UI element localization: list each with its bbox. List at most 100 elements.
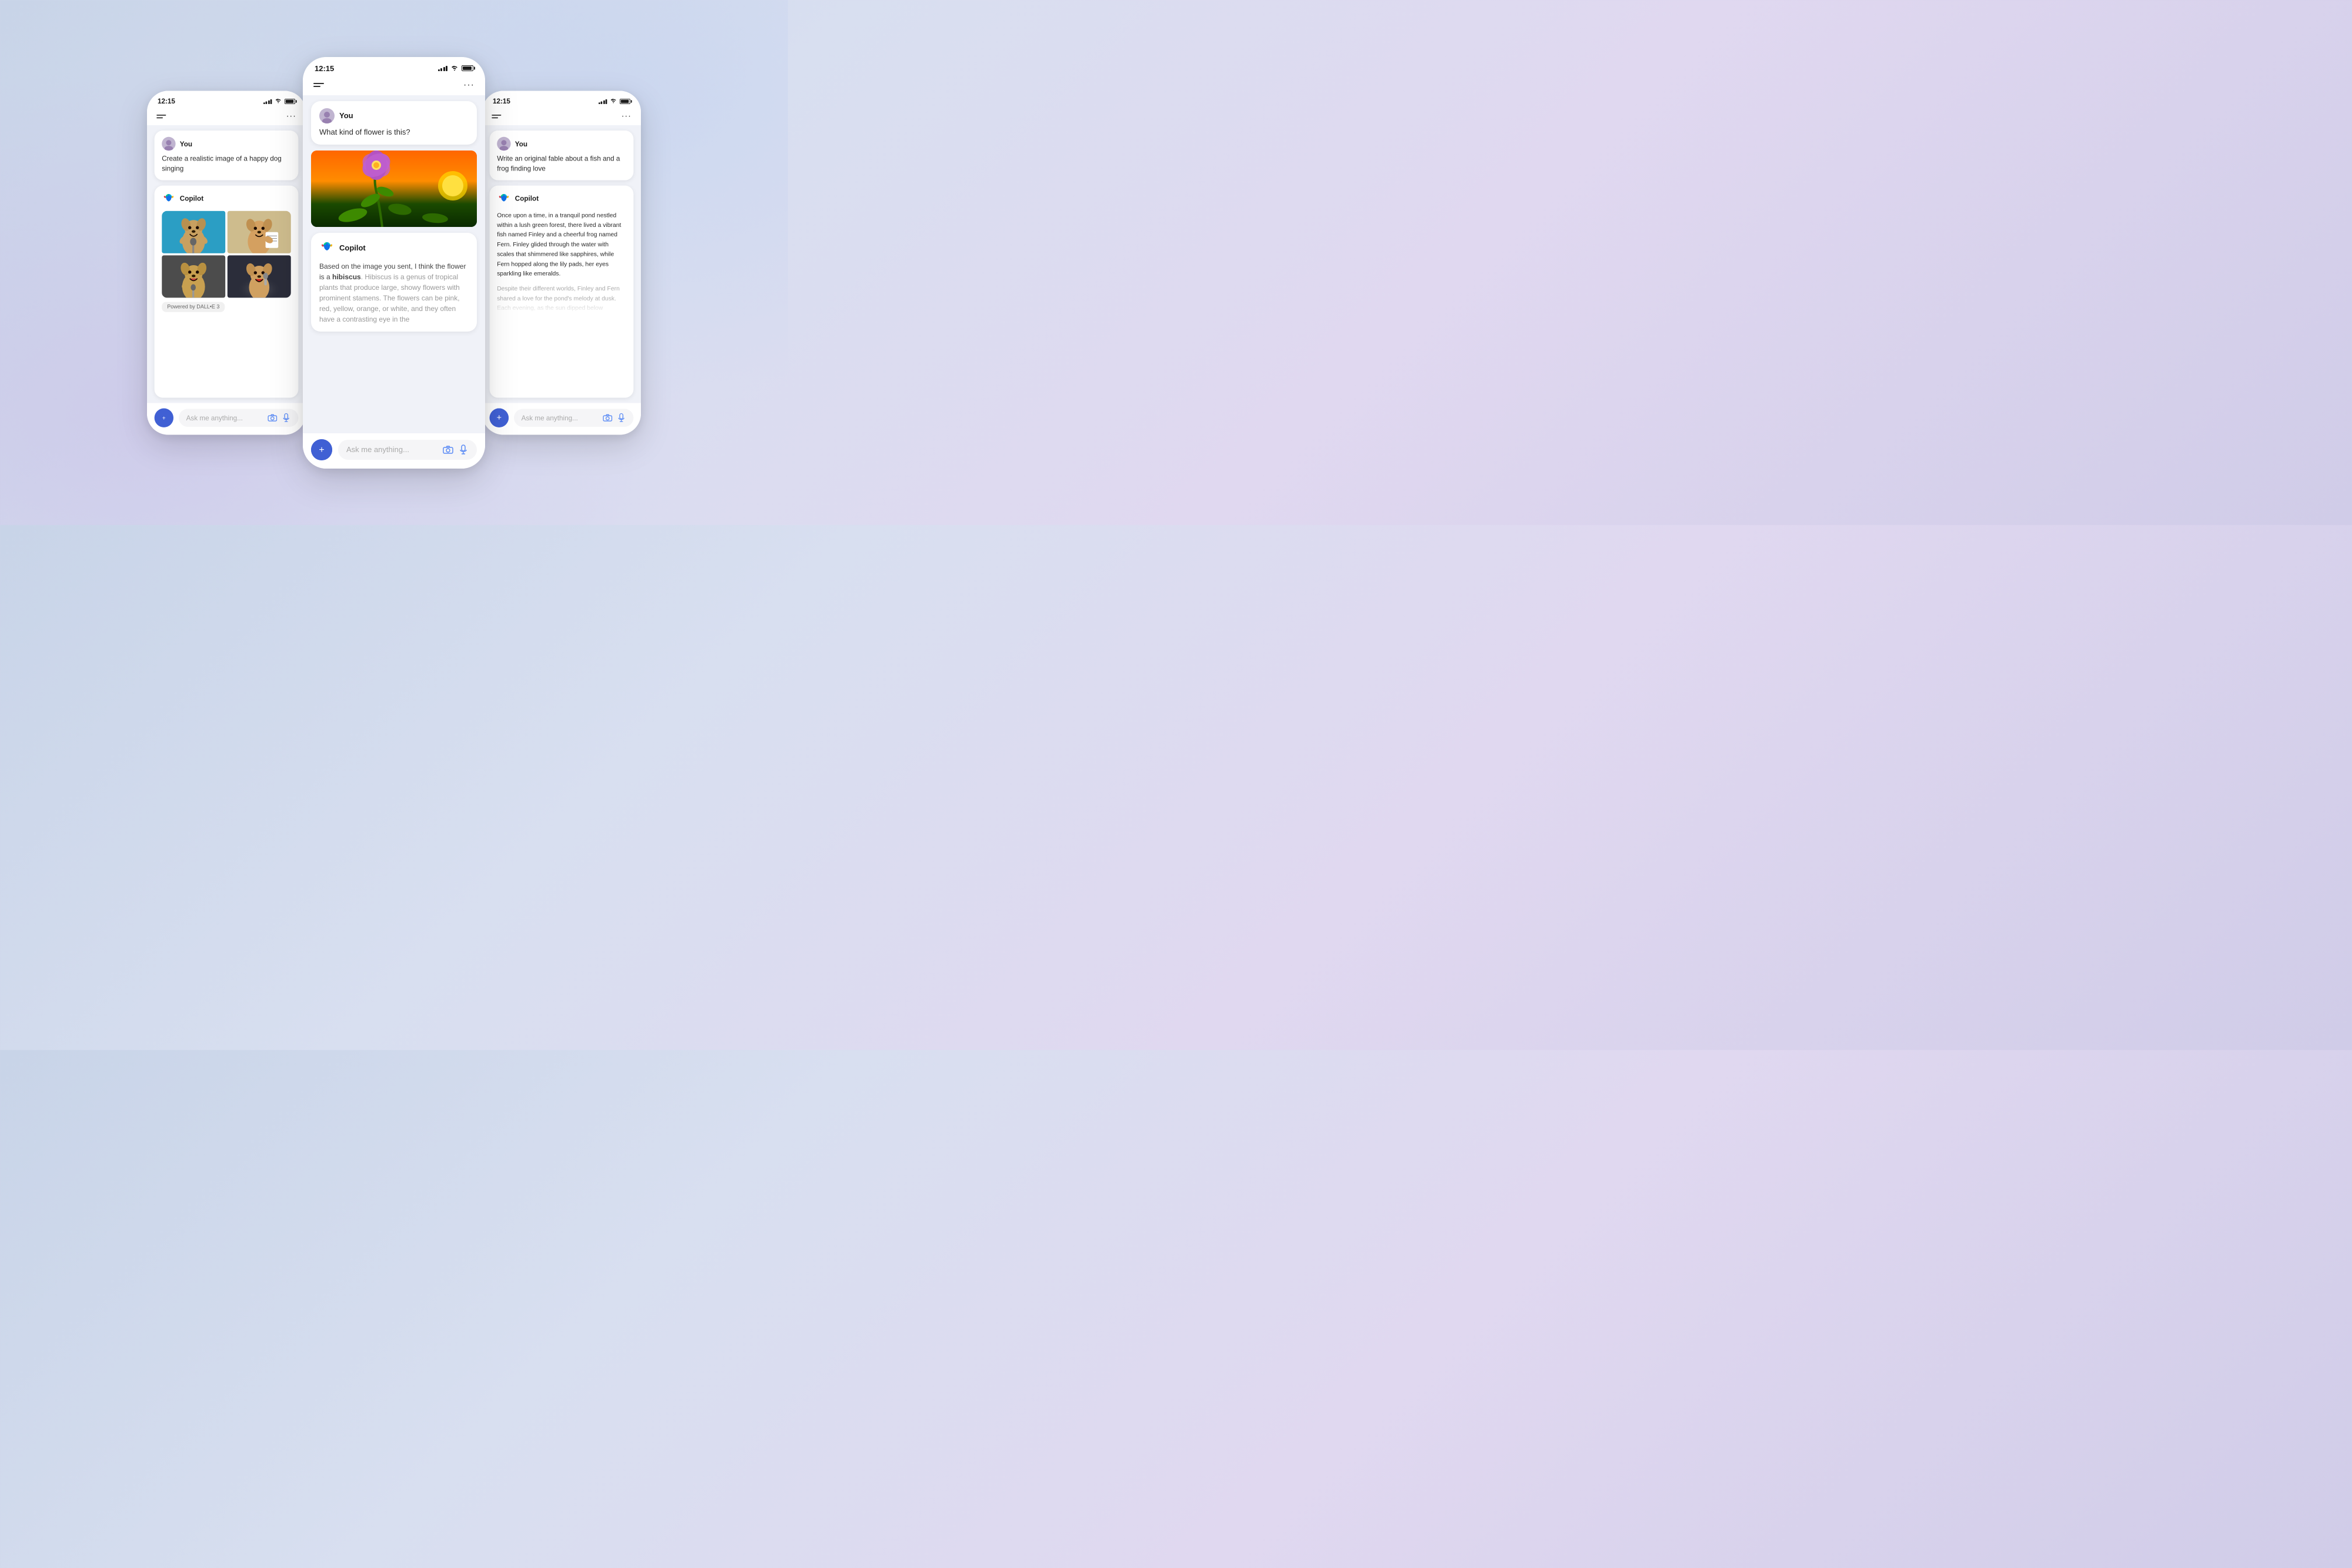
nav-bar-left: ···: [147, 108, 306, 125]
phone-left: 12:15 ···: [147, 91, 306, 434]
copilot-response-right-2: Despite their different worlds, Finley a…: [497, 284, 626, 313]
sr-bar-3: [603, 100, 605, 103]
input-actions-right: [603, 413, 626, 422]
bottom-bar-right: + Ask me anything...: [482, 403, 641, 434]
user-header-left: You: [162, 136, 291, 150]
mic-icon-right[interactable]: [617, 413, 626, 422]
menu-line-c1: [313, 83, 324, 84]
nav-bar-right: ···: [482, 108, 641, 125]
avatar-center: [319, 108, 335, 123]
menu-line-c2: [313, 86, 320, 87]
sr-bar-4: [606, 99, 607, 103]
phone-center: 12:15 ···: [303, 57, 485, 469]
sr-bar-2: [601, 101, 603, 104]
copilot-logo-left: [162, 192, 175, 205]
user-header-center: You: [319, 108, 469, 123]
sr-bar-1: [599, 102, 600, 103]
input-bar-left[interactable]: Ask me anything...: [179, 409, 298, 427]
copilot-name-center: Copilot: [339, 243, 366, 252]
menu-icon-right[interactable]: [492, 114, 501, 118]
copilot-header-left: Copilot: [162, 192, 291, 205]
status-time-left: 12:15: [158, 97, 175, 105]
copilot-header-center: Copilot: [319, 240, 469, 255]
phone-content-center: You What kind of flower is this?: [303, 95, 485, 433]
menu-line-2: [156, 117, 163, 118]
camera-icon-left[interactable]: [268, 413, 277, 422]
input-bar-right[interactable]: Ask me anything...: [514, 409, 633, 427]
avatar-left: [162, 136, 175, 150]
phones-container: 12:15 ···: [138, 57, 650, 469]
copilot-logo-center: [319, 240, 335, 255]
phone-content-right: You Write an original fable about a fish…: [482, 125, 641, 403]
wifi-icon-center: [450, 65, 459, 72]
user-name-left: You: [180, 139, 192, 148]
input-placeholder-right: Ask me anything...: [522, 413, 578, 422]
dog-image-1: [162, 210, 225, 253]
user-bubble-left: You Create a realistic image of a happy …: [155, 131, 299, 180]
user-header-right: You: [497, 136, 626, 150]
svg-text:+: +: [319, 445, 324, 455]
status-icons-left: [263, 98, 295, 105]
menu-icon-center[interactable]: [313, 83, 324, 87]
menu-line-r2: [492, 117, 498, 118]
dots-icon-right[interactable]: ···: [622, 111, 632, 121]
powered-badge: Powered by DALL•E 3: [162, 302, 225, 312]
copilot-bubble-left: Copilot: [155, 185, 299, 397]
sc-bar-1: [438, 69, 440, 71]
signal-bars-left: [263, 98, 272, 103]
mic-icon-left[interactable]: [282, 413, 291, 422]
sc-bar-3: [443, 67, 445, 71]
user-name-center: You: [339, 111, 353, 120]
fable-text-container: Once upon a time, in a tranquil pond nes…: [497, 210, 626, 313]
user-bubble-center: You What kind of flower is this?: [311, 101, 477, 145]
signal-bars-center: [438, 65, 448, 71]
dog-image-4: [228, 255, 291, 297]
status-bar-left: 12:15: [147, 91, 306, 108]
add-button-right[interactable]: +: [490, 408, 509, 427]
input-bar-center[interactable]: Ask me anything...: [338, 440, 477, 460]
sc-bar-4: [446, 66, 447, 71]
signal-bar-1: [263, 102, 265, 103]
wifi-icon-right: [610, 98, 617, 105]
user-message-center: What kind of flower is this?: [319, 127, 469, 138]
mic-icon-center[interactable]: [458, 444, 469, 455]
copilot-bold-word: hibiscus: [332, 273, 361, 281]
add-button-center[interactable]: +: [311, 439, 332, 460]
menu-line-r1: [492, 114, 501, 115]
add-button-left[interactable]: +: [155, 408, 173, 427]
user-message-left: Create a realistic image of a happy dog …: [162, 153, 291, 173]
copilot-response-center: Based on the image you sent, I think the…: [319, 261, 469, 325]
status-bar-right: 12:15: [482, 91, 641, 108]
copilot-header-right: Copilot: [497, 192, 626, 205]
input-placeholder-left: Ask me anything...: [186, 413, 243, 422]
camera-icon-center[interactable]: [443, 444, 453, 455]
signal-bar-4: [270, 99, 272, 103]
battery-icon-left: [285, 98, 295, 103]
wifi-icon-left: [275, 98, 282, 105]
menu-line-1: [156, 114, 166, 115]
dots-icon-center[interactable]: ···: [463, 80, 475, 91]
menu-icon-left[interactable]: [156, 114, 166, 118]
signal-bar-3: [268, 100, 270, 103]
phone-right: 12:15 ···: [482, 91, 641, 434]
user-message-right: Write an original fable about a fish and…: [497, 153, 626, 173]
user-bubble-right: You Write an original fable about a fish…: [490, 131, 634, 180]
status-bar-center: 12:15: [303, 57, 485, 76]
camera-icon-right[interactable]: [603, 413, 612, 422]
status-time-right: 12:15: [493, 97, 510, 105]
dog-image-grid: [162, 210, 291, 297]
avatar-right: [497, 136, 510, 150]
input-placeholder-center: Ask me anything...: [346, 445, 409, 454]
status-time-center: 12:15: [315, 64, 334, 73]
nav-bar-center: ···: [303, 76, 485, 95]
svg-text:+: +: [497, 413, 502, 423]
copilot-name-left: Copilot: [180, 195, 203, 203]
dots-icon-left[interactable]: ···: [286, 111, 296, 121]
battery-icon-right: [620, 98, 630, 103]
phone-content-left: You Create a realistic image of a happy …: [147, 125, 306, 403]
copilot-bubble-center: Copilot Based on the image you sent, I t…: [311, 233, 477, 332]
status-icons-right: [599, 98, 630, 105]
dog-image-2: [228, 210, 291, 253]
input-actions-left: [268, 413, 291, 422]
copilot-logo-right: [497, 192, 510, 205]
